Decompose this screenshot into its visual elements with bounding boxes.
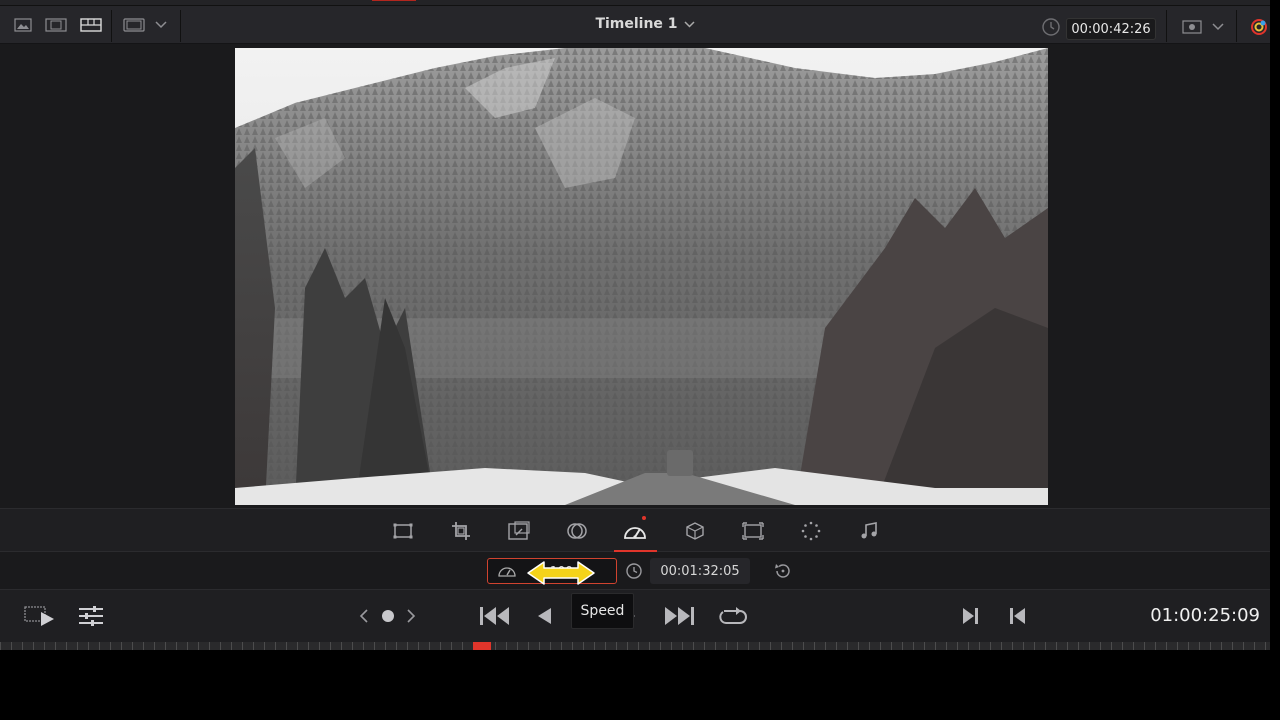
speed-tooltip: Speed (571, 593, 634, 629)
video-frame[interactable] (235, 48, 1048, 505)
sync-clock-icon[interactable] (1040, 18, 1062, 36)
crop-icon[interactable] (446, 517, 476, 545)
clock-icon[interactable] (625, 562, 643, 584)
frame-icon[interactable] (122, 16, 146, 34)
next-keyframe-icon[interactable] (401, 606, 421, 626)
transport-bar (0, 590, 1270, 642)
play-reverse-icon[interactable] (532, 604, 556, 628)
speedometer-icon[interactable] (620, 516, 650, 545)
source-timecode[interactable]: 00:00:42:26 (1066, 18, 1156, 40)
keyframe-dot-icon[interactable] (378, 606, 398, 626)
scrubber-bar[interactable] (0, 642, 1270, 650)
chevron-down-icon (684, 20, 695, 28)
viewer-panel (0, 44, 1280, 508)
grid-icon[interactable] (79, 16, 103, 34)
previous-keyframe-icon[interactable] (354, 606, 374, 626)
next-edit-icon[interactable] (958, 604, 982, 628)
music-note-icon[interactable] (854, 517, 884, 545)
change-indicator-dot (642, 516, 646, 520)
loop-icon[interactable] (716, 604, 750, 628)
video-frame-image (235, 48, 1048, 505)
inspector-toolbar (0, 508, 1270, 552)
chevron-down-icon[interactable] (153, 16, 169, 34)
lens-icon[interactable] (738, 517, 768, 545)
reset-icon[interactable] (773, 562, 793, 584)
duration-field[interactable]: 00:01:32:05 (650, 558, 750, 584)
cinema-viewer-icon[interactable] (22, 602, 58, 630)
particles-icon[interactable] (796, 517, 826, 545)
viewer-mode-icon[interactable] (1180, 18, 1204, 36)
viewer-header: Timeline 1 00:00:42:26 (0, 6, 1280, 44)
sliders-icon[interactable] (76, 602, 106, 630)
dynamic-zoom-icon[interactable] (504, 517, 534, 545)
chevron-down-icon[interactable] (1210, 18, 1226, 36)
record-timecode: 01:00:25:09 (1150, 605, 1260, 626)
timeline-title: Timeline 1 (595, 16, 678, 32)
stabilization-icon[interactable] (680, 517, 710, 545)
playhead[interactable] (473, 642, 491, 650)
jump-to-start-icon[interactable] (478, 604, 512, 628)
composite-icon[interactable] (562, 517, 592, 545)
video-editor-app: Timeline 1 00:00:42:26 00:01:32:05 Speed… (0, 0, 1280, 650)
jump-to-end-icon[interactable] (662, 604, 696, 628)
speed-field[interactable]: 100 (487, 558, 617, 585)
previous-edit-icon[interactable] (1006, 604, 1030, 628)
filmstrip-icon[interactable] (45, 16, 67, 34)
transform-icon[interactable] (388, 517, 418, 545)
color-wheel-icon[interactable] (1248, 18, 1270, 36)
window-edge (1270, 0, 1280, 650)
resize-arrow-icon (527, 561, 595, 585)
timeline-selector[interactable]: Timeline 1 (560, 16, 730, 32)
scrubber-ticks (0, 642, 1270, 650)
top-red-indicator (372, 0, 416, 1)
speedometer-icon (498, 567, 516, 577)
speed-controls-row: 100 00:01:32:05 (0, 552, 1270, 590)
image-icon[interactable] (13, 16, 33, 34)
